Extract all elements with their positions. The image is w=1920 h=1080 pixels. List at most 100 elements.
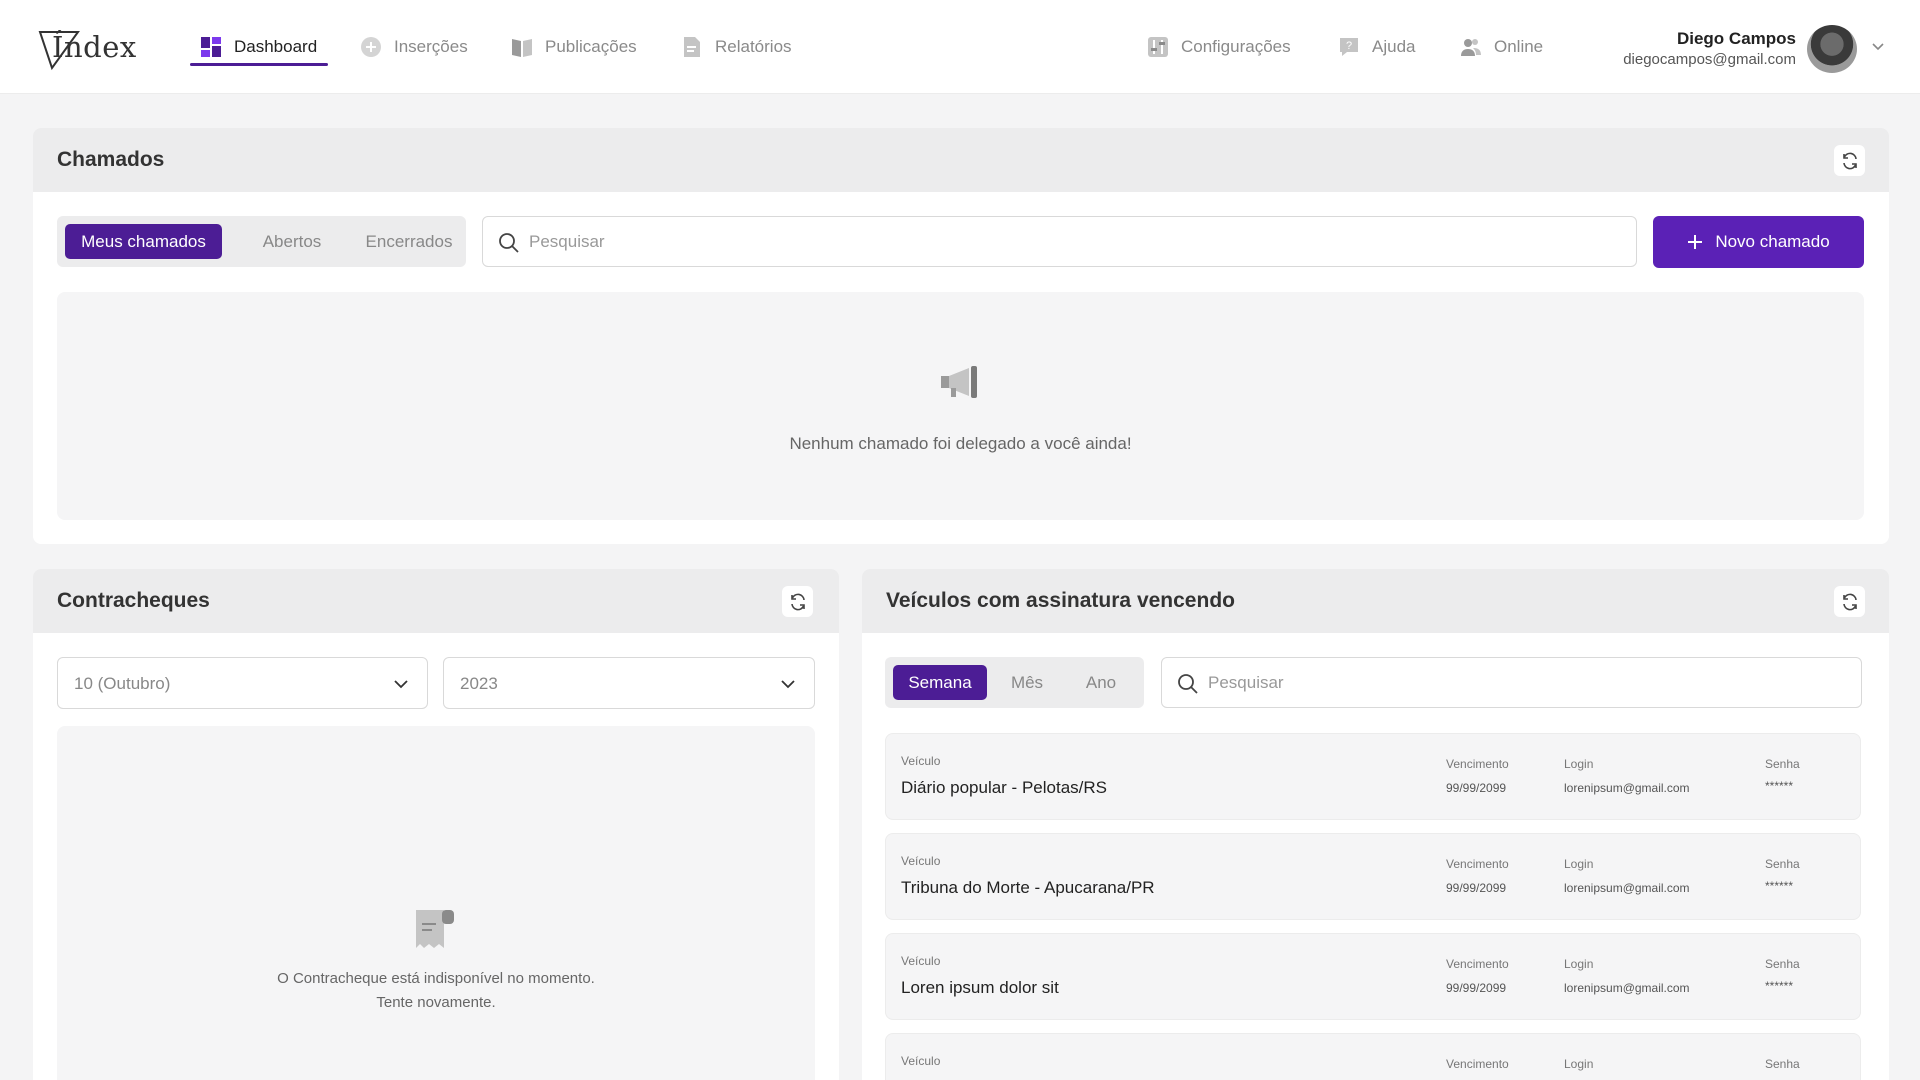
veiculos-period-tabs: Semana Mês Ano (885, 657, 1144, 708)
contracheques-empty-state: O Contracheque está indisponível no mome… (57, 726, 815, 1080)
nav-dashboard[interactable]: Dashboard (200, 30, 317, 64)
nav-insercoes[interactable]: Inserções (360, 30, 468, 64)
plus-circle-icon (361, 37, 381, 57)
user-name: Diego Campos (1676, 29, 1796, 48)
chevron-down-icon (781, 680, 795, 689)
veiculo-name: Diário popular - Pelotas/RS (901, 778, 1107, 797)
login-label: Login (1564, 957, 1594, 971)
veiculos-header: Veículos com assinatura vencendo (862, 569, 1889, 633)
nav-configuracoes[interactable]: Configurações (1147, 30, 1291, 64)
nav-dashboard-label: Dashboard (234, 37, 318, 56)
search-icon (499, 233, 519, 253)
vencimento-label: Vencimento (1446, 857, 1509, 871)
veiculo-label: Veículo (901, 954, 941, 968)
nav-online[interactable]: Online (1460, 30, 1543, 64)
contracheques-empty-line1: O Contracheque está indisponível no mome… (277, 970, 595, 987)
novo-chamado-label: Novo chamado (1715, 232, 1830, 251)
veiculo-label: Veículo (901, 754, 941, 768)
year-select-value: 2023 (460, 674, 498, 693)
nav-ajuda-label: Ajuda (1372, 37, 1416, 56)
veiculo-name: Tribuna do Morte - Apucarana/PR (901, 878, 1155, 897)
document-icon (684, 37, 700, 57)
login-value: lorenipsum@gmail.com (1564, 781, 1690, 795)
senha-label: Senha (1765, 757, 1800, 771)
chamados-empty-state: Nenhum chamado foi delegado a você ainda… (57, 292, 1864, 520)
users-icon (1461, 39, 1481, 56)
senha-value: ****** (1765, 879, 1794, 893)
refresh-icon (1842, 152, 1857, 169)
active-nav-indicator (190, 63, 328, 66)
senha-label: Senha (1765, 857, 1800, 871)
svg-text:?: ? (1346, 40, 1352, 52)
nav-relatorios[interactable]: Relatórios (681, 30, 792, 64)
logo-text: Índex (52, 30, 137, 64)
contracheques-title: Contracheques (57, 589, 210, 612)
login-value: lorenipsum@gmail.com (1564, 881, 1690, 895)
nav-ajuda[interactable]: ? Ajuda (1338, 30, 1415, 64)
contracheques-header: Contracheques (33, 569, 839, 633)
sliders-icon (1148, 37, 1168, 57)
book-icon (512, 39, 532, 57)
contracheques-card: Contracheques 10 (Outubro) 2023 O Contra… (33, 569, 839, 1080)
vencimento-value: 99/99/2099 (1446, 881, 1507, 895)
receipt-icon (416, 910, 454, 948)
veiculo-name: Loren ipsum dolor sit (901, 978, 1059, 997)
year-select[interactable]: 2023 (443, 657, 815, 709)
veiculos-search-input[interactable] (1208, 668, 1768, 698)
help-bubble-icon: ? (1340, 38, 1358, 56)
vehicle-row[interactable]: Veículo Diário popular - Pelotas/RS Venc… (885, 733, 1861, 820)
nav-relatorios-label: Relatórios (715, 37, 792, 56)
megaphone-icon (941, 366, 977, 398)
vencimento-label: Vencimento (1446, 957, 1509, 971)
login-value: lorenipsum@gmail.com (1564, 981, 1690, 995)
tab-meus-chamados[interactable]: Meus chamados (65, 224, 222, 259)
month-select[interactable]: 10 (Outubro) (57, 657, 428, 709)
veiculos-search (1161, 657, 1862, 708)
nav-publicacoes[interactable]: Publicações (511, 30, 637, 64)
vehicle-row[interactable]: Veículo Vencimento Login Senha (885, 1033, 1861, 1080)
refresh-icon (1842, 593, 1857, 610)
vencimento-value: 99/99/2099 (1446, 981, 1507, 995)
senha-label: Senha (1765, 957, 1800, 971)
senha-value: ****** (1765, 779, 1794, 793)
chamados-header: Chamados (33, 128, 1889, 192)
dashboard-icon (201, 37, 221, 57)
vehicle-row[interactable]: Veículo Tribuna do Morte - Apucarana/PR … (885, 833, 1861, 920)
chamados-tabs: Meus chamados Abertos Encerrados (57, 216, 466, 267)
chevron-down-icon[interactable] (1870, 38, 1886, 54)
month-select-value: 10 (Outubro) (74, 674, 171, 693)
tab-encerrados[interactable]: Encerrados (357, 224, 461, 259)
veiculo-label: Veículo (901, 1054, 941, 1068)
index-logo[interactable]: Índex (38, 28, 140, 72)
vencimento-label: Vencimento (1446, 1057, 1509, 1071)
contracheques-refresh-button[interactable] (782, 586, 813, 617)
nav-publicacoes-label: Publicações (545, 37, 637, 56)
tab-semana[interactable]: Semana (893, 665, 987, 700)
veiculos-card: Veículos com assinatura vencendo Semana … (862, 569, 1889, 1080)
user-email: diegocampos@gmail.com (1623, 51, 1796, 68)
vehicle-row[interactable]: Veículo Loren ipsum dolor sit Vencimento… (885, 933, 1861, 1020)
senha-value: ****** (1765, 979, 1794, 993)
contracheques-empty-line2: Tente novamente. (376, 994, 496, 1011)
chamados-refresh-button[interactable] (1834, 145, 1865, 176)
nav-insercoes-label: Inserções (394, 37, 468, 56)
login-label: Login (1564, 857, 1594, 871)
chamados-empty-message: Nenhum chamado foi delegado a você ainda… (789, 434, 1132, 453)
chamados-search-input[interactable] (529, 227, 1452, 257)
vencimento-label: Vencimento (1446, 757, 1509, 771)
nav-configuracoes-label: Configurações (1181, 37, 1291, 56)
login-label: Login (1564, 757, 1594, 771)
chamados-title: Chamados (57, 148, 165, 171)
top-navigation-bar: Índex Dashboard Inserções Publicações Re… (0, 0, 1920, 94)
tab-abertos[interactable]: Abertos (232, 224, 352, 259)
novo-chamado-button[interactable]: Novo chamado (1653, 216, 1864, 268)
chevron-down-icon (394, 680, 408, 689)
tab-ano[interactable]: Ano (1069, 665, 1133, 700)
avatar[interactable] (1807, 25, 1857, 73)
veiculo-label: Veículo (901, 854, 941, 868)
tab-mes[interactable]: Mês (995, 665, 1059, 700)
veiculos-title: Veículos com assinatura vencendo (886, 589, 1235, 612)
senha-label: Senha (1765, 1057, 1800, 1071)
veiculos-refresh-button[interactable] (1834, 586, 1865, 617)
chamados-search (482, 216, 1637, 267)
